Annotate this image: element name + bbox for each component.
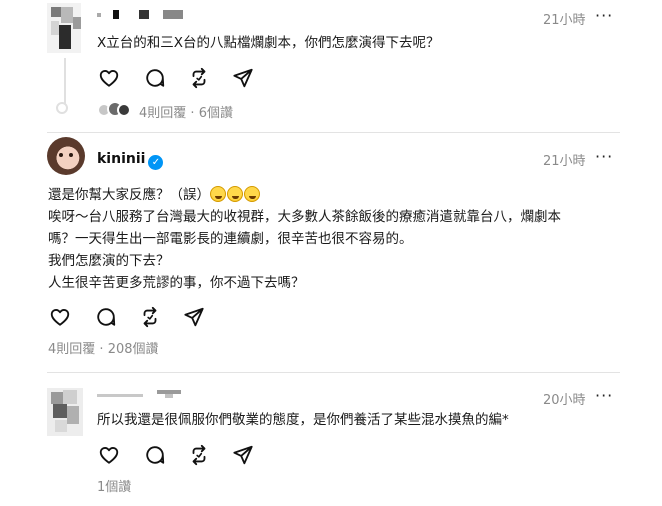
avatar[interactable] — [47, 388, 83, 436]
likes-count[interactable]: 1個讚 — [97, 476, 131, 495]
thread-curl — [56, 102, 68, 114]
post-stats: 4則回覆 · 6個讚 — [139, 102, 233, 121]
username-censored[interactable] — [97, 10, 187, 22]
share-icon[interactable] — [182, 305, 206, 329]
post-line: 人生很辛苦更多荒謬的事，你不過下去嗎？ — [48, 275, 305, 291]
verified-badge-icon: ✓ — [148, 155, 164, 170]
like-icon[interactable] — [48, 305, 72, 329]
username[interactable]: kininii — [97, 151, 145, 167]
action-bar — [97, 443, 255, 467]
replier-avatars[interactable] — [97, 101, 133, 119]
post-stats: 4則回覆 · 208個讚 — [48, 338, 159, 357]
dot-separator: · — [99, 342, 104, 357]
more-options-icon[interactable]: ··· — [595, 147, 613, 166]
like-icon[interactable] — [97, 443, 121, 467]
dot-separator: · — [190, 106, 195, 121]
comment-icon[interactable] — [94, 305, 118, 329]
post-text: X立台的和三X台的八點檔爛劇本，你們怎麼演得下去呢？ — [97, 35, 440, 51]
divider — [47, 132, 620, 133]
comment-icon[interactable] — [143, 66, 167, 90]
post-time: 21小時 — [543, 13, 586, 28]
likes-count[interactable]: 6個讚 — [199, 106, 233, 121]
post-body: 還是你幫大家反應？（誤） 唉呀～台八服務了台灣最大的收視群，大多數人茶餘飯後的療… — [48, 184, 628, 294]
replies-count[interactable]: 4則回覆 — [139, 106, 186, 121]
username-row: kininii ✓ — [97, 148, 164, 170]
post-time: 21小時 — [543, 154, 586, 169]
more-options-icon[interactable]: ··· — [595, 6, 613, 25]
action-bar — [48, 305, 206, 329]
post-line: 嗎？一天得生出一部電影長的連續劇，很辛苦也很不容易的。 — [48, 231, 413, 247]
post-line: 還是你幫大家反應？（誤） — [48, 184, 628, 206]
thread-line — [64, 58, 66, 104]
more-options-icon[interactable]: ··· — [595, 386, 613, 405]
post-line: 唉呀～台八服務了台灣最大的收視群，大多數人茶餘飯後的療癒消遣就靠台八，爛劇本 — [48, 209, 561, 225]
avatar[interactable] — [47, 137, 85, 175]
divider — [47, 372, 620, 373]
comment-icon[interactable] — [143, 443, 167, 467]
like-icon[interactable] — [97, 66, 121, 90]
post-time: 20小時 — [543, 393, 586, 408]
replies-count[interactable]: 4則回覆 — [48, 342, 95, 357]
action-bar — [97, 66, 255, 90]
repost-icon[interactable] — [187, 66, 211, 90]
emoji-icon — [227, 186, 243, 202]
emoji-icon — [244, 186, 260, 202]
share-icon[interactable] — [231, 443, 255, 467]
emoji-icon — [210, 186, 226, 202]
share-icon[interactable] — [231, 66, 255, 90]
post-line: 我們怎麼演的下去？ — [48, 253, 170, 269]
repost-icon[interactable] — [187, 443, 211, 467]
post-text: 所以我還是很佩服你們敬業的態度，是你們養活了某些混水摸魚的編* — [97, 412, 509, 428]
repost-icon[interactable] — [138, 305, 162, 329]
avatar[interactable] — [47, 3, 81, 53]
likes-count[interactable]: 208個讚 — [108, 342, 159, 357]
username-censored[interactable] — [97, 390, 187, 402]
